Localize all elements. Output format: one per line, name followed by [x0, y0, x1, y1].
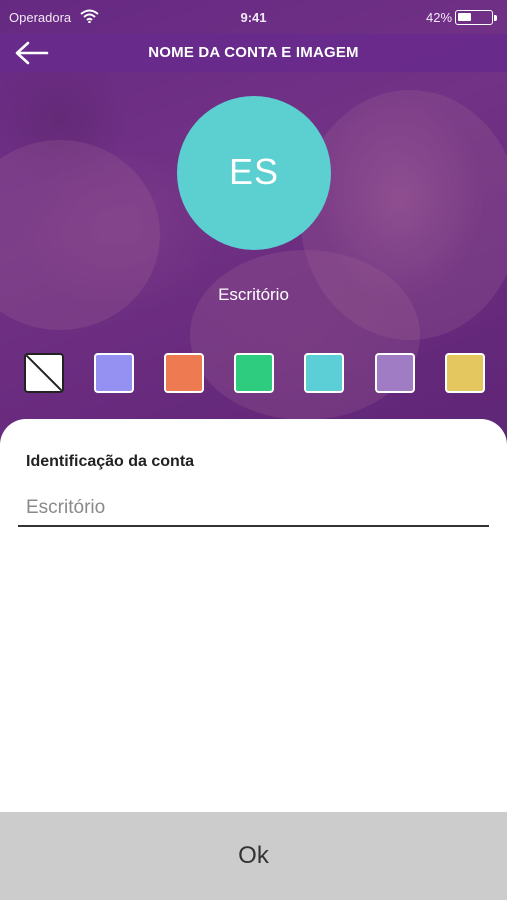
account-avatar[interactable]: ES [177, 96, 331, 250]
status-bar: Operadora 9:41 42% [0, 0, 507, 34]
swatch-color[interactable] [234, 353, 274, 393]
page-title: NOME DA CONTA E IMAGEM [148, 44, 359, 61]
swatch-color[interactable] [445, 353, 485, 393]
swatch-color[interactable] [375, 353, 415, 393]
avatar-initials: ES [228, 151, 280, 192]
no-color-icon [26, 355, 62, 391]
battery-level [458, 13, 471, 21]
swatch-color[interactable] [164, 353, 204, 393]
account-name: Escritório [218, 285, 289, 304]
ok-button[interactable]: Ok [0, 812, 507, 900]
form-card: Identificação da conta [0, 419, 507, 812]
battery-icon [455, 10, 493, 25]
battery-tip [494, 15, 497, 21]
battery-percentage: 42% [426, 10, 453, 25]
account-id-label: Identificação da conta [26, 453, 195, 470]
swatch-color[interactable] [304, 353, 344, 393]
navigation-bar: NOME DA CONTA E IMAGEM [0, 34, 507, 72]
swatch-color[interactable] [94, 353, 134, 393]
account-name-input[interactable] [18, 491, 489, 527]
swatch-none[interactable] [24, 353, 64, 393]
